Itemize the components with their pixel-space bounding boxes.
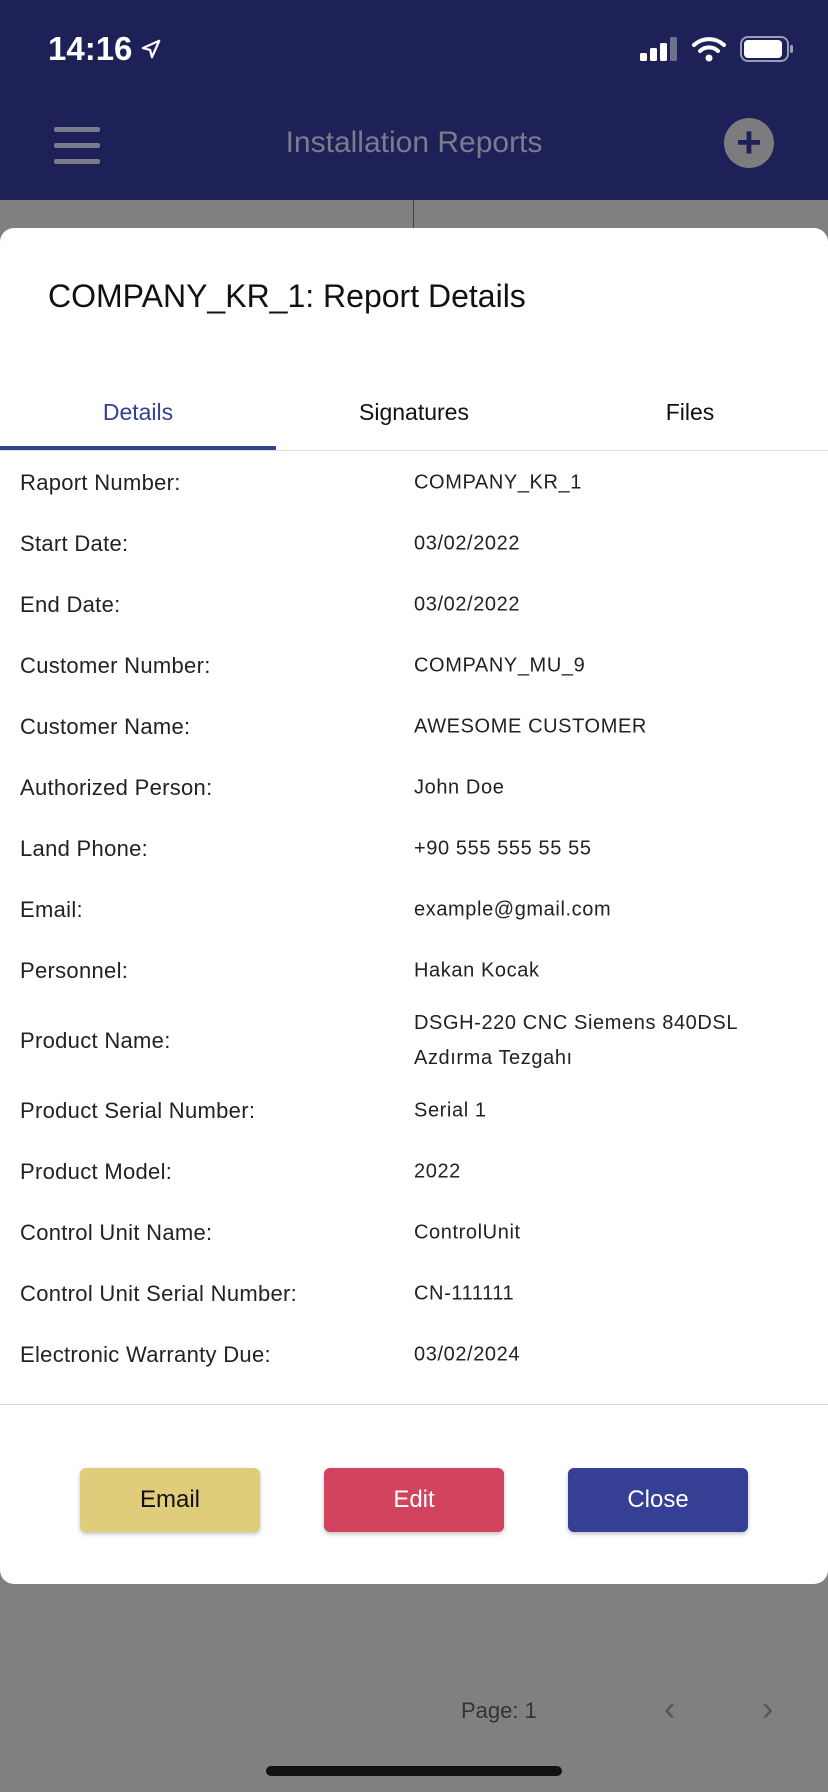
detail-row-customer-name: Customer Name: AWESOME CUSTOMER bbox=[0, 696, 828, 757]
detail-label: End Date: bbox=[20, 591, 121, 617]
detail-value: 03/02/2024 bbox=[414, 1343, 521, 1365]
footer-divider bbox=[0, 1404, 828, 1405]
detail-label: Authorized Person: bbox=[20, 774, 213, 800]
battery-icon bbox=[740, 36, 793, 62]
tab-signatures[interactable]: Signatures bbox=[276, 376, 552, 448]
detail-row-customer-number: Customer Number: COMPANY_MU_9 bbox=[0, 635, 828, 696]
detail-label: Control Unit Serial Number: bbox=[20, 1280, 298, 1306]
detail-value: +90 555 555 55 55 bbox=[414, 837, 592, 859]
detail-row-personnel: Personnel: Hakan Kocak bbox=[0, 940, 828, 1001]
detail-row-authorized-person: Authorized Person: John Doe bbox=[0, 757, 828, 818]
email-button[interactable]: Email bbox=[80, 1468, 260, 1532]
tab-bar: Details Signatures Files bbox=[0, 376, 828, 451]
detail-label: Electronic Warranty Due: bbox=[20, 1341, 271, 1367]
detail-label: Control Unit Name: bbox=[20, 1219, 213, 1245]
location-arrow-icon bbox=[142, 39, 161, 59]
detail-label: Start Date: bbox=[20, 530, 129, 556]
detail-label: Email: bbox=[20, 896, 83, 922]
detail-row-control-unit-serial-number: Control Unit Serial Number: CN-111111 bbox=[0, 1263, 828, 1324]
tab-details[interactable]: Details bbox=[0, 376, 276, 448]
home-indicator bbox=[266, 1766, 562, 1776]
active-tab-indicator bbox=[0, 446, 276, 450]
detail-value: ControlUnit bbox=[414, 1221, 521, 1243]
detail-row-start-date: Start Date: 03/02/2022 bbox=[0, 513, 828, 574]
detail-value: AWESOME CUSTOMER bbox=[414, 715, 647, 737]
detail-row-land-phone: Land Phone: +90 555 555 55 55 bbox=[0, 818, 828, 879]
wifi-icon bbox=[692, 37, 726, 62]
detail-value: COMPANY_MU_9 bbox=[414, 654, 586, 676]
detail-value: example@gmail.com bbox=[414, 898, 612, 920]
page-indicator: Page: 1 bbox=[461, 1698, 537, 1723]
detail-row-email: Email: example@gmail.com bbox=[0, 879, 828, 940]
modal-title: COMPANY_KR_1: Report Details bbox=[48, 278, 526, 314]
detail-label: Product Name: bbox=[20, 1027, 171, 1053]
edit-button[interactable]: Edit bbox=[324, 1468, 504, 1532]
detail-row-product-name: Product Name: DSGH-220 CNC Siemens 840DS… bbox=[0, 1001, 828, 1080]
tab-files[interactable]: Files bbox=[552, 376, 828, 448]
report-details-modal: COMPANY_KR_1: Report Details Details Sig… bbox=[0, 228, 828, 1584]
detail-value: John Doe bbox=[414, 776, 505, 798]
detail-value: 03/02/2022 bbox=[414, 593, 521, 615]
chevron-right-icon[interactable]: › bbox=[762, 1690, 773, 1729]
detail-value: CN-111111 bbox=[414, 1282, 515, 1304]
status-bar: 14:16 bbox=[0, 0, 828, 100]
detail-label: Customer Name: bbox=[20, 713, 191, 739]
detail-label: Customer Number: bbox=[20, 652, 211, 678]
app-title: Installation Reports bbox=[285, 126, 543, 159]
app-bar: Installation Reports + bbox=[0, 100, 828, 200]
chevron-left-icon[interactable]: ‹ bbox=[664, 1690, 675, 1729]
detail-row-product-serial-number: Product Serial Number: Serial 1 bbox=[0, 1080, 828, 1141]
detail-row-control-unit-name: Control Unit Name: ControlUnit bbox=[0, 1202, 828, 1263]
cellular-signal-icon bbox=[640, 37, 677, 61]
details-list: Raport Number: COMPANY_KR_1 Start Date: … bbox=[0, 452, 828, 1385]
detail-value: 2022 bbox=[414, 1160, 461, 1182]
detail-value: Serial 1 bbox=[414, 1099, 487, 1121]
detail-row-report-number: Raport Number: COMPANY_KR_1 bbox=[0, 452, 828, 513]
detail-row-end-date: End Date: 03/02/2022 bbox=[0, 574, 828, 635]
detail-label: Land Phone: bbox=[20, 835, 149, 861]
detail-label: Product Serial Number: bbox=[20, 1097, 256, 1123]
detail-label: Raport Number: bbox=[20, 469, 181, 495]
status-time-group: 14:16 bbox=[48, 30, 162, 68]
detail-label: Product Model: bbox=[20, 1158, 173, 1184]
status-icons bbox=[640, 36, 794, 62]
detail-value: Hakan Kocak bbox=[414, 959, 540, 981]
background-divider bbox=[413, 200, 414, 228]
plus-circle-icon[interactable]: + bbox=[724, 118, 774, 168]
status-time: 14:16 bbox=[48, 30, 133, 67]
detail-row-electronic-warranty-due: Electronic Warranty Due: 03/02/2024 bbox=[0, 1324, 828, 1385]
close-button[interactable]: Close bbox=[568, 1468, 748, 1532]
detail-value: 03/02/2022 bbox=[414, 532, 521, 554]
detail-row-product-model: Product Model: 2022 bbox=[0, 1141, 828, 1202]
detail-value: DSGH-220 CNC Siemens 840DSL Azdırma Tezg… bbox=[414, 1011, 738, 1069]
detail-label: Personnel: bbox=[20, 957, 129, 983]
detail-value: COMPANY_KR_1 bbox=[414, 471, 582, 493]
